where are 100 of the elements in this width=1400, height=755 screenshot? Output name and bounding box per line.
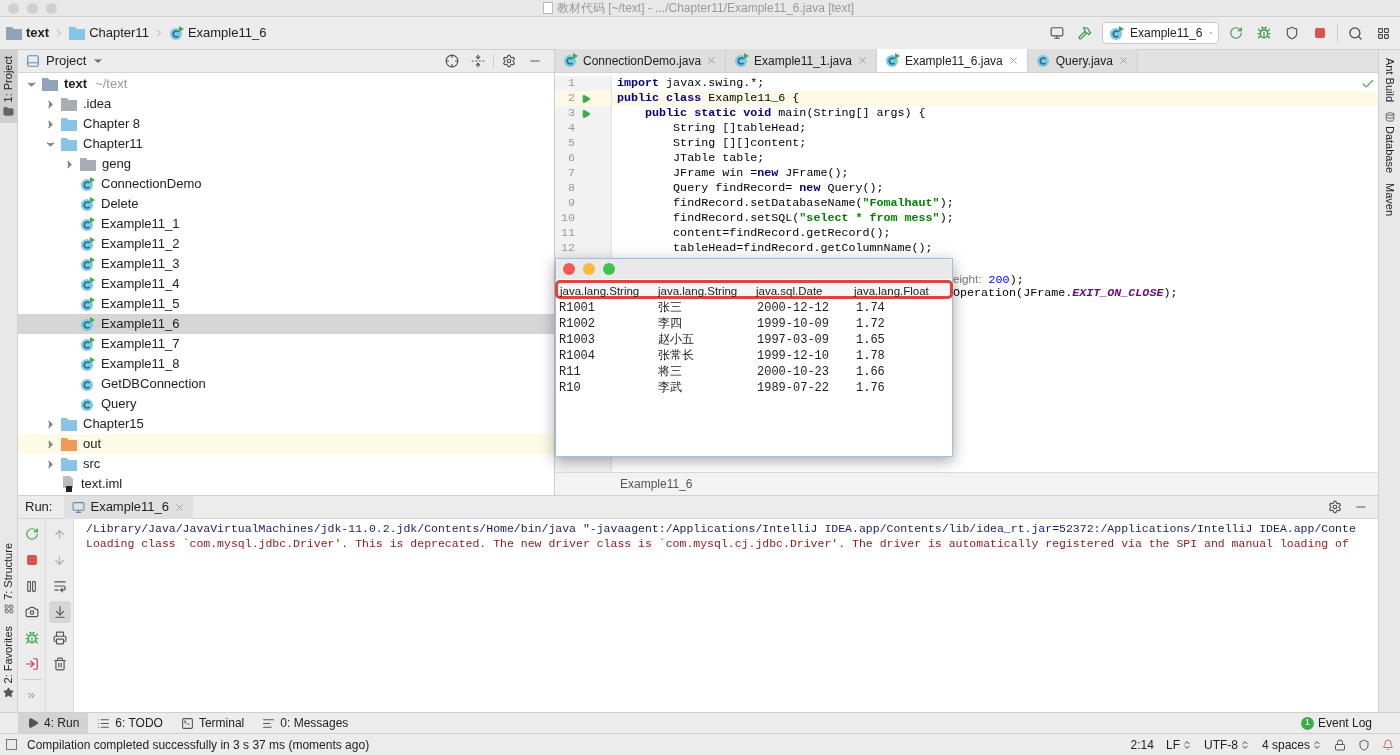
close-icon[interactable] (706, 55, 718, 66)
table-cell-text: 张三 (657, 300, 683, 317)
table-cell-text: 2000-10-23 (756, 364, 830, 381)
tool-tab[interactable]: 6: TODO (88, 712, 172, 734)
table-cell-text: 李四 (657, 316, 683, 333)
tree-item[interactable]: Query (18, 394, 554, 414)
star-icon (3, 687, 14, 698)
tree-item[interactable]: Example11_4 (18, 274, 554, 294)
tree-item[interactable]: ConnectionDemo (18, 174, 554, 194)
editor-tab[interactable]: Example11_1.java (726, 49, 877, 72)
column-header: java.sql.Date (754, 284, 824, 299)
tree-label: ConnectionDemo (101, 175, 202, 194)
table-cell-text: 1.74 (855, 300, 886, 317)
table-cell-text: R1003 (558, 332, 596, 349)
close-icon[interactable] (856, 55, 868, 66)
code-line: JFrame win =new JFrame(); (672, 166, 849, 180)
table-cell-text: R10 (558, 380, 582, 397)
encoding-selector[interactable]: UTF-8 (1203, 735, 1250, 754)
run-configuration-dropdown[interactable]: Example11_6 (1102, 22, 1219, 44)
tree-item[interactable]: Chapter11 (18, 134, 554, 154)
indent-selector[interactable]: 4 spaces (1261, 735, 1322, 754)
tree-label: Example11_1 (101, 215, 180, 234)
code-line: String [][]content; (672, 136, 807, 150)
tree-item[interactable]: geng (18, 154, 554, 174)
close-window-button[interactable] (563, 263, 575, 275)
code-line: findRecord.setSQL("select * from mess"); (672, 211, 954, 225)
status-message: Compilation completed successfully in 3 s 37 ms (moments ago) (27, 736, 370, 754)
stepper-icon (1239, 739, 1250, 750)
editor-tab[interactable]: Query.java (1027, 49, 1138, 72)
line-number: 4 (567, 121, 575, 136)
tree-item[interactable]: text ~/text (18, 74, 554, 94)
folder-icon (3, 106, 14, 118)
tree-item[interactable]: GetDBConnection (18, 374, 554, 394)
tree-item[interactable]: Chapter15 (18, 414, 554, 434)
stepper-icon (1312, 739, 1322, 750)
tool-window-tab[interactable]: 7: Structure (0, 536, 17, 620)
breadcrumb[interactable]: Chapter11 (69, 23, 149, 43)
lock-icon[interactable] (1334, 738, 1346, 751)
code-line: content=findRecord.getRecord(); (672, 226, 891, 240)
table-cell-text: 李武 (657, 380, 683, 397)
line-separator-selector[interactable]: LF (1165, 735, 1192, 754)
run-gutter-icon[interactable] (581, 108, 591, 119)
tree-label: text.iml (81, 475, 123, 494)
table-cell-text: 赵小五 (657, 332, 695, 349)
close-icon[interactable] (1007, 55, 1019, 66)
table-cell-text: 1989-07-22 (756, 380, 830, 397)
table-cell-text: R1002 (558, 316, 596, 333)
tree-item[interactable]: .idea (18, 94, 554, 114)
tree-item[interactable]: Example11_7 (18, 334, 554, 354)
tool-window-tab[interactable]: Ant Build (1381, 58, 1398, 103)
line-number: 3 (567, 106, 575, 121)
breadcrumb[interactable]: Example11_6 (620, 475, 693, 493)
line-number: 5 (567, 136, 575, 151)
event-log-button[interactable]: 1 Event Log (1300, 714, 1372, 732)
tree-item[interactable]: text.iml (18, 474, 554, 494)
project-view-dropdown[interactable]: Project (26, 51, 105, 71)
tool-window-tab[interactable]: Database (1381, 112, 1398, 174)
notifications-icon[interactable] (1382, 738, 1394, 751)
run-tab[interactable]: Example11_6 (64, 495, 193, 519)
code-line: public static void main(String[] args) { (644, 106, 926, 120)
tree-label: Example11_4 (101, 275, 180, 294)
tree-label: Chapter11 (83, 135, 143, 154)
code-line: String []tableHead; (672, 121, 807, 135)
tree-item[interactable]: Example11_5 (18, 294, 554, 314)
close-icon[interactable] (1117, 55, 1129, 66)
tool-window-tab[interactable]: Maven (1381, 183, 1398, 217)
breadcrumb[interactable]: text (6, 23, 50, 43)
editor-tab[interactable]: ConnectionDemo.java (555, 49, 727, 72)
tree-label: geng (102, 155, 131, 174)
tree-item[interactable]: Chapter 8 (18, 114, 554, 134)
zoom-window-button[interactable] (603, 263, 615, 275)
tree-item[interactable]: Example11_3 (18, 254, 554, 274)
line-number: 12 (559, 241, 575, 256)
breadcrumb[interactable]: Example11_6 (168, 23, 267, 43)
code-line: eight: 200); (953, 273, 1024, 287)
tree-item[interactable]: Example11_8 (18, 354, 554, 374)
tree-item[interactable]: Example11_2 (18, 234, 554, 254)
database-icon (1384, 112, 1395, 123)
tool-tab[interactable]: 0: Messages (253, 712, 358, 734)
run-gutter-icon[interactable] (581, 93, 591, 104)
tool-tab[interactable]: Terminal (171, 712, 254, 734)
scroll-to-end-icon[interactable] (48, 601, 71, 623)
tool-tab[interactable]: 4: Run (18, 712, 89, 734)
editor-tab[interactable]: Example11_6.java (876, 49, 1028, 72)
tool-window-tab[interactable]: 1: Project (0, 50, 17, 124)
tree-item[interactable]: Example11_1 (18, 214, 554, 234)
code-line: public class Example11_6 { (617, 91, 800, 105)
tree-item[interactable]: Example11_6 (18, 314, 554, 334)
tree-item[interactable]: Delete (18, 194, 554, 214)
caret-position[interactable]: 2:14 (1130, 735, 1154, 754)
table-cell-text: 1999-10-09 (756, 316, 830, 333)
tree-label: text (64, 75, 88, 94)
line-number: 7 (567, 166, 575, 181)
table-cell-text: R1001 (558, 300, 596, 317)
tool-window-tab[interactable]: 2: Favorites (0, 619, 17, 704)
runnable-class-icon (1109, 25, 1124, 41)
panel-toggle-icon[interactable] (6, 739, 17, 750)
close-icon[interactable] (174, 501, 185, 513)
tree-item[interactable]: src (18, 454, 554, 474)
tree-item[interactable]: out (18, 434, 554, 454)
